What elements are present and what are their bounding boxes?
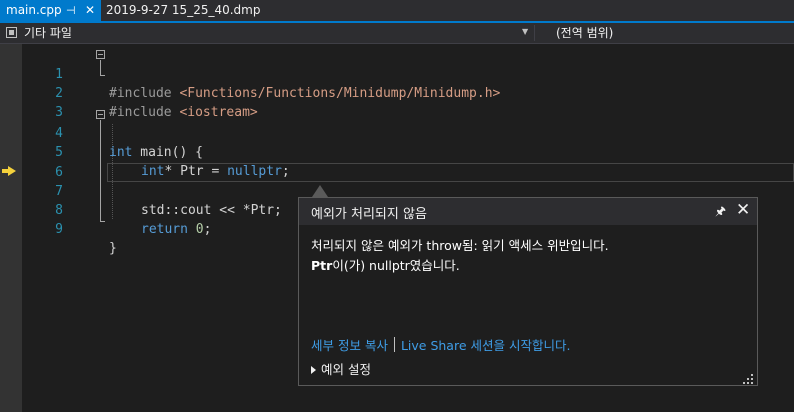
pin-icon[interactable]: ⊣ — [66, 0, 76, 21]
project-icon — [6, 27, 17, 38]
divider — [393, 337, 395, 352]
tab-dmp-file[interactable]: 2019-9-27 15_25_40.dmp — [106, 0, 260, 21]
divider — [534, 25, 535, 41]
member-dropdown[interactable]: (전역 범위) — [556, 24, 613, 42]
resize-grip-icon[interactable] — [743, 374, 753, 384]
popup-header: 예외가 처리되지 않음 🖈︎ ✕ — [299, 198, 757, 225]
close-icon[interactable]: ✕ — [736, 200, 750, 220]
exception-message-line: Ptr이(가) nullptr였습니다. — [311, 256, 609, 276]
code-text: ; — [203, 222, 212, 237]
exception-message-line: 처리되지 않은 예외가 throw됨: 읽기 액세스 위반입니다. — [311, 238, 609, 253]
code-line: 6 — [0, 144, 794, 180]
code-line: 5 int* Ptr = nullptr; — [0, 124, 794, 179]
scope-dropdown[interactable]: 기타 파일 ▼ — [4, 24, 532, 42]
pin-icon[interactable]: 🖈︎ — [715, 202, 726, 223]
code-line: 3 — [0, 84, 794, 120]
navigation-bar: 기타 파일 ▼ (전역 범위) — [0, 23, 794, 44]
document-tab-bar: main.cpp ⊣ ✕ 2019-9-27 15_25_40.dmp — [0, 0, 794, 23]
popup-links: 세부 정보 복사 Live Share 세션을 시작합니다. — [311, 335, 570, 354]
code-line: 1 #include <Functions/Functions/Minidump… — [0, 46, 794, 101]
exception-settings-expander[interactable]: 예외 설정 — [311, 359, 371, 378]
exception-popup: 예외가 처리되지 않음 🖈︎ ✕ 처리되지 않은 예외가 throw됨: 읽기 … — [298, 197, 758, 386]
settings-label: 예외 설정 — [321, 362, 371, 377]
number-literal: 0 — [195, 222, 204, 237]
keyword: return — [141, 222, 188, 237]
code-line-current: 7 std::cout << *Ptr; — [0, 163, 794, 218]
close-tab-icon[interactable]: ✕ — [85, 0, 95, 21]
scope-label: 기타 파일 — [24, 26, 72, 40]
member-label: (전역 범위) — [556, 26, 614, 40]
message-text: 이(가) nullptr였습니다. — [332, 258, 460, 273]
tab-label: main.cpp — [6, 3, 62, 17]
copy-details-link[interactable]: 세부 정보 복사 — [311, 338, 388, 353]
exception-message: 처리되지 않은 예외가 throw됨: 읽기 액세스 위반입니다. Ptr이(가… — [311, 236, 609, 276]
expand-triangle-icon — [311, 366, 316, 374]
line-number: 9 — [55, 222, 63, 237]
live-share-link[interactable]: Live Share 세션을 시작합니다. — [401, 338, 571, 353]
popup-title: 예외가 처리되지 않음 — [311, 207, 427, 222]
popup-pointer — [312, 185, 328, 197]
code-line: 4 int main() { — [0, 105, 794, 160]
code-text: } — [109, 241, 117, 256]
tab-main-cpp[interactable]: main.cpp ⊣ ✕ — [0, 0, 101, 21]
chevron-down-icon: ▼ — [522, 27, 529, 36]
fold-guide-end — [100, 221, 105, 222]
tab-label: 2019-9-27 15_25_40.dmp — [106, 3, 261, 17]
variable-name: Ptr — [311, 258, 333, 273]
code-line: 2 #include <iostream> — [0, 65, 794, 120]
